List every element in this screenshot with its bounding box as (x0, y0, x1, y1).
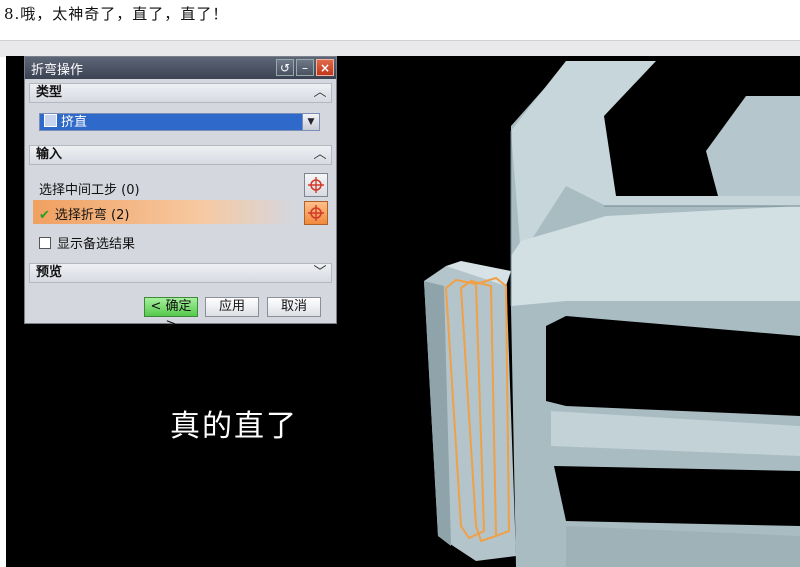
collapse-icon[interactable]: ︿ (313, 146, 327, 164)
viewer-toolbar-strip (0, 40, 800, 57)
select-intermediate-step-label: 选择中间工步 (0) (39, 183, 140, 198)
collapse-icon[interactable]: ︿ (313, 84, 327, 102)
ok-button[interactable]: < 确定 > (144, 297, 198, 332)
show-alternative-checkbox-row[interactable]: 显示备选结果 (39, 233, 135, 252)
section-header-type[interactable]: 类型 ︿ (29, 83, 332, 103)
graphics-viewport[interactable]: 真的直了 折弯操作 ↺ – × 类型 ︿ 挤直 ▼ 输入 ︿ 选择中间工步 (0… (6, 56, 800, 567)
unbend-icon (44, 114, 57, 127)
select-intermediate-step-button[interactable] (304, 173, 328, 197)
minimize-icon[interactable]: – (296, 59, 314, 76)
check-icon: ✔ (39, 208, 50, 223)
select-bends-button[interactable] (304, 201, 328, 225)
dialog-title: 折弯操作 (31, 62, 84, 78)
section-header-input[interactable]: 输入 ︿ (29, 145, 332, 165)
expand-icon[interactable]: ﹀ (313, 264, 327, 282)
show-alternative-checkbox[interactable] (39, 237, 51, 249)
type-select[interactable]: 挤直 ▼ (39, 113, 320, 131)
apply-button[interactable]: 应用 (205, 297, 259, 317)
dropdown-arrow-icon[interactable]: ▼ (302, 113, 320, 131)
overlay-text: 真的直了 (170, 409, 298, 444)
section-header-preview[interactable]: 预览 ﹀ (29, 263, 332, 283)
type-select-value: 挤直 (61, 115, 88, 130)
reset-icon[interactable]: ↺ (276, 59, 294, 76)
dialog-titlebar[interactable]: 折弯操作 ↺ – × (25, 57, 336, 79)
cancel-button[interactable]: 取消 (267, 297, 321, 317)
caption: 8.哦，太神奇了，直了，直了！ (4, 5, 229, 23)
select-bends-label[interactable]: ✔ 选择折弯 (2) (39, 204, 129, 223)
close-icon[interactable]: × (316, 59, 334, 76)
bend-operation-dialog: 折弯操作 ↺ – × 类型 ︿ 挤直 ▼ 输入 ︿ 选择中间工步 (0) ✔ 选择… (24, 56, 337, 332)
crosshair-icon (308, 205, 324, 221)
crosshair-icon (308, 177, 324, 193)
